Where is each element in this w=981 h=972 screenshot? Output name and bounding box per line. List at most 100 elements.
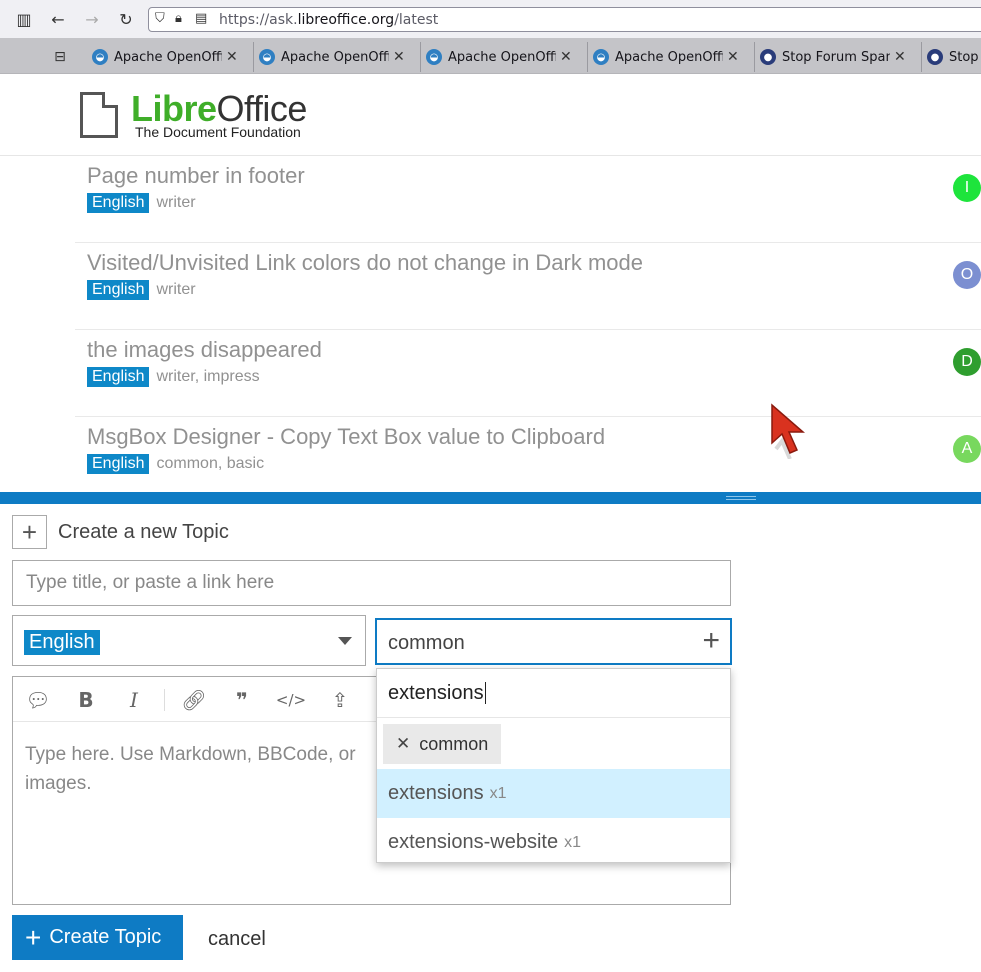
topic-meta: English writer: [87, 193, 196, 213]
italic-icon[interactable]: I: [121, 687, 147, 713]
plus-icon[interactable]: +: [702, 626, 720, 656]
mouse-pointer-icon: [771, 403, 806, 459]
plus-icon: +: [12, 515, 47, 549]
selected-tag-chip[interactable]: ✕ common: [383, 724, 502, 764]
topic-tags[interactable]: common, basic: [156, 455, 264, 473]
avatar-letter: D: [961, 353, 973, 370]
close-icon[interactable]: ✕: [396, 734, 410, 754]
logo-libre-text: Libre: [131, 88, 217, 129]
category-badge[interactable]: English: [87, 367, 150, 387]
topic-title-input[interactable]: [12, 560, 731, 606]
url-text: https://ask.libreoffice.org/latest: [219, 12, 438, 28]
composer-resize-handle[interactable]: [0, 492, 981, 504]
url-prefix: https://ask.: [219, 12, 298, 28]
category-badge[interactable]: English: [87, 193, 150, 213]
sidebar-toggle-icon[interactable]: ▥: [14, 9, 34, 29]
topic-tags[interactable]: writer: [156, 194, 195, 212]
tab-3[interactable]: ◒ Apache OpenOffice ✕: [587, 42, 755, 72]
cancel-link[interactable]: cancel: [208, 928, 266, 951]
browser-toolbar: ▥ ← → ↻ ⛉ 🔒︎ ▤ https://ask.libreoffice.o…: [0, 0, 981, 38]
code-icon[interactable]: </>: [276, 687, 306, 713]
topic-tags[interactable]: writer: [156, 281, 195, 299]
tab-list-icon[interactable]: ⊟: [50, 46, 70, 66]
topic-title-link[interactable]: Page number in footer: [87, 163, 305, 189]
create-topic-label: Create Topic: [49, 926, 162, 948]
reload-icon[interactable]: ↻: [116, 9, 136, 29]
blockquote-icon[interactable]: ❞: [229, 687, 255, 713]
avatar-letter: A: [961, 440, 973, 457]
tag-option[interactable]: extensions x1: [377, 769, 730, 818]
tab-label: Apache OpenOffice: [448, 49, 556, 65]
site-header: LibreOffice The Document Foundation: [0, 74, 981, 156]
close-icon[interactable]: ✕: [560, 49, 572, 65]
editor-textarea[interactable]: Type here. Use Markdown, BBCode, or imag…: [25, 740, 405, 798]
text-cursor: [484, 682, 486, 704]
close-icon[interactable]: ✕: [393, 49, 405, 65]
topic-title-link[interactable]: the images disappeared: [87, 337, 322, 363]
stopforumspam-icon: ●: [927, 49, 943, 65]
openoffice-icon: ◒: [593, 49, 609, 65]
libreoffice-logo-icon[interactable]: [80, 92, 118, 138]
topic-meta: English common, basic: [87, 454, 264, 474]
url-bar[interactable]: ⛉ 🔒︎ ▤ https://ask.libreoffice.org/lates…: [148, 7, 981, 32]
tag-option-label: extensions: [388, 782, 484, 804]
tab-label: Stop Forum Spam: [782, 49, 890, 65]
tag-filter-input[interactable]: extensions: [377, 669, 730, 718]
category-select[interactable]: English: [12, 615, 366, 666]
close-icon[interactable]: ✕: [727, 49, 739, 65]
topic-title-link[interactable]: MsgBox Designer - Copy Text Box value to…: [87, 424, 605, 450]
tab-5[interactable]: ● Stop: [921, 42, 981, 72]
topic-row: Visited/Unvisited Link colors do not cha…: [75, 243, 981, 330]
tag-dropdown: extensions ✕ common extensions x1 extens…: [376, 668, 731, 863]
tab-label: Apache OpenOffice: [281, 49, 389, 65]
plus-icon: +: [25, 921, 42, 953]
tab-label: Apache OpenOffice: [114, 49, 222, 65]
shield-icon[interactable]: ⛉: [155, 11, 171, 28]
openoffice-icon: ◒: [92, 49, 108, 65]
topic-row: MsgBox Designer - Copy Text Box value to…: [75, 417, 981, 492]
lock-icon[interactable]: 🔒︎: [175, 11, 191, 28]
avatar[interactable]: I: [953, 174, 981, 202]
tab-2[interactable]: ◒ Apache OpenOffice ✕: [420, 42, 588, 72]
logo-office-text: Office: [216, 88, 308, 129]
tab-label: Stop: [949, 49, 979, 65]
url-domain: libreoffice.org: [297, 12, 395, 28]
topic-row: the images disappeared English writer, i…: [75, 330, 981, 417]
composer-title: Create a new Topic: [58, 521, 229, 543]
avatar[interactable]: O: [953, 261, 981, 289]
tab-0[interactable]: ◒ Apache OpenOffice ✕: [86, 42, 254, 72]
create-topic-button[interactable]: + Create Topic: [12, 915, 183, 960]
topic-tags[interactable]: writer, impress: [156, 368, 259, 386]
url-path: /latest: [394, 12, 439, 28]
composer: + Create a new Topic English common + 💬︎…: [0, 504, 981, 972]
tab-4[interactable]: ● Stop Forum Spam ✕: [754, 42, 922, 72]
tag-option-count: x1: [564, 833, 581, 851]
stopforumspam-icon: ●: [760, 49, 776, 65]
tag-option[interactable]: extensions-website x1: [377, 818, 730, 867]
page-info-icon[interactable]: ▤: [195, 11, 211, 28]
topic-meta: English writer, impress: [87, 367, 260, 387]
category-badge[interactable]: English: [87, 280, 150, 300]
category-badge[interactable]: English: [87, 454, 150, 474]
back-icon[interactable]: ←: [48, 9, 68, 29]
tag-option-label: extensions-website: [388, 831, 559, 853]
topic-title-link[interactable]: Visited/Unvisited Link colors do not cha…: [87, 250, 643, 276]
avatar[interactable]: A: [953, 435, 981, 463]
editor-placeholder-line: images.: [25, 773, 92, 794]
bold-icon[interactable]: B: [73, 687, 99, 713]
selected-tag-label: common: [419, 733, 489, 754]
tag-option-count: x1: [489, 784, 507, 802]
logo-subtitle: The Document Foundation: [135, 124, 301, 140]
upload-icon[interactable]: ⇪: [327, 687, 353, 713]
forward-icon[interactable]: →: [82, 9, 102, 29]
tab-label: Apache OpenOffice: [615, 49, 723, 65]
close-icon[interactable]: ✕: [226, 49, 238, 65]
tab-1[interactable]: ◒ Apache OpenOffice ✕: [253, 42, 421, 72]
link-icon[interactable]: 🔗︎: [181, 687, 207, 713]
tag-chooser[interactable]: common +: [375, 618, 732, 665]
avatar[interactable]: D: [953, 348, 981, 376]
grip-icon[interactable]: [726, 496, 756, 500]
quote-icon[interactable]: 💬︎: [25, 687, 51, 713]
avatar-letter: O: [960, 266, 974, 283]
close-icon[interactable]: ✕: [894, 49, 906, 65]
